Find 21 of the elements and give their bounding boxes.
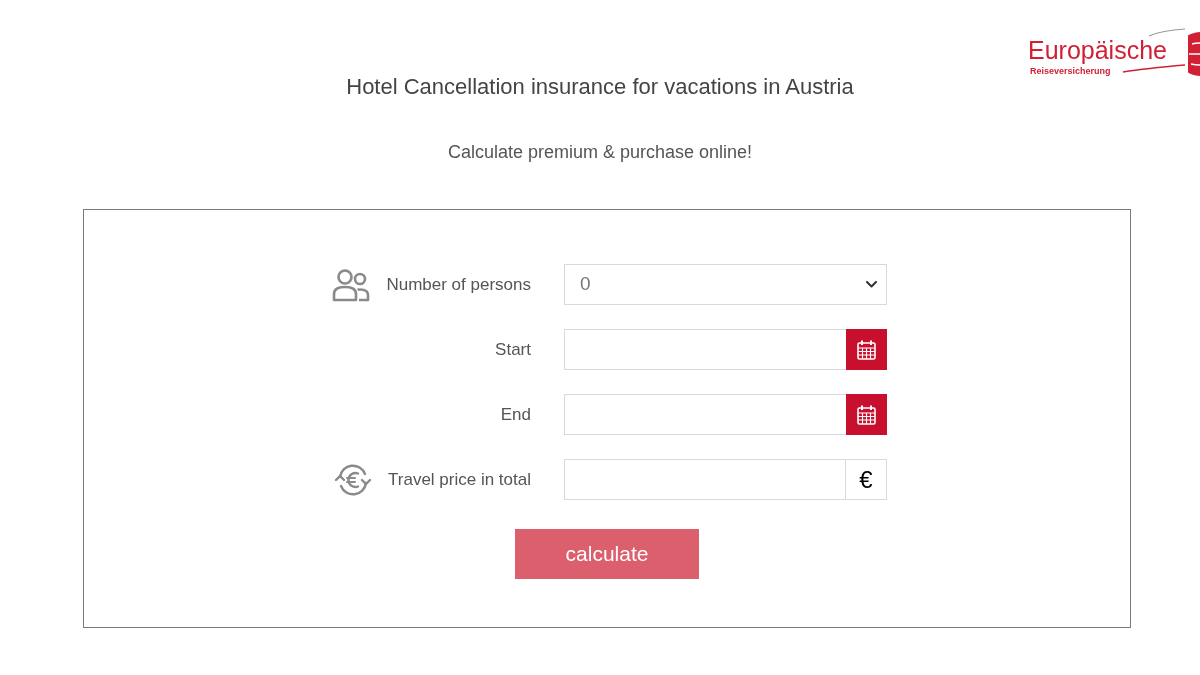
price-input[interactable]	[564, 459, 846, 500]
field-label: Start	[495, 338, 531, 361]
calendar-icon	[857, 404, 876, 425]
date-input[interactable]	[564, 329, 846, 370]
field-label: End	[500, 403, 531, 426]
page-subtitle: Calculate premium & purchase online!	[447, 141, 753, 164]
field-label: Travel price in total	[388, 468, 531, 491]
swoosh-icon	[1122, 64, 1186, 73]
field-label: Number of persons	[386, 273, 531, 296]
persons-icon	[332, 267, 371, 302]
calendar-button[interactable]	[846, 329, 887, 370]
chevron-down-icon	[866, 281, 877, 288]
currency-addon: €	[846, 459, 887, 500]
swoosh-icon	[1148, 28, 1186, 37]
logo-name: Europäische	[1028, 38, 1167, 63]
calendar-button[interactable]	[846, 394, 887, 435]
page-title: Hotel Cancellation insurance for vacations in Austria	[346, 73, 854, 101]
calendar-icon	[857, 339, 876, 360]
logo-tagline: Reiseversicherung	[1030, 67, 1111, 76]
date-input[interactable]	[564, 394, 846, 435]
persons-select[interactable]: 0	[564, 264, 887, 305]
